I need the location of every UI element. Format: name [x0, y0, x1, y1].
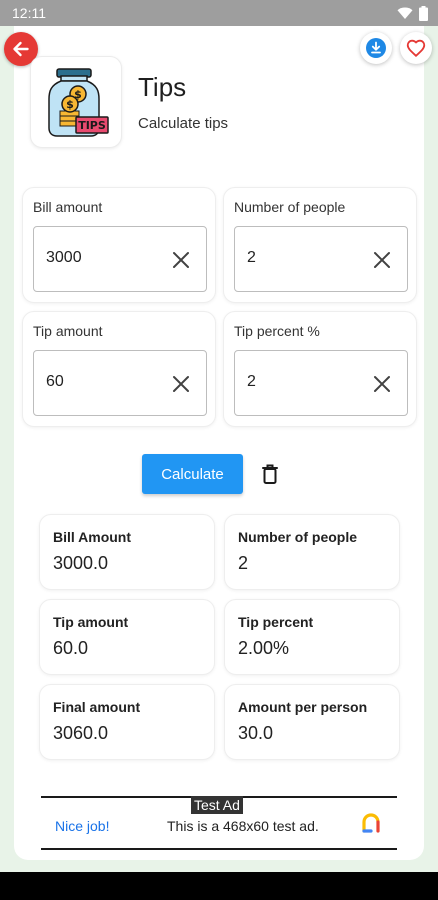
app-subtitle: Calculate tips: [138, 115, 229, 132]
app-icon: $ $ TIPS: [30, 56, 122, 148]
heart-icon: [406, 39, 426, 58]
ad-tag: Test Ad: [191, 796, 243, 814]
result-label: Amount per person: [238, 699, 368, 715]
result-tip-amount: Tip amount 60.0: [39, 599, 215, 675]
tip-percent-label: Tip percent %: [234, 323, 320, 339]
result-value: 2.00%: [238, 638, 290, 658]
trash-icon[interactable]: [258, 462, 282, 486]
arrow-left-icon: [13, 41, 29, 57]
calculate-button[interactable]: Calculate: [142, 454, 243, 494]
ad-cta-link[interactable]: Nice job!: [55, 818, 109, 834]
svg-text:$: $: [66, 98, 74, 111]
result-value: 2: [238, 553, 249, 573]
result-value: 60.0: [53, 638, 89, 658]
result-label: Final amount: [53, 699, 141, 715]
clear-icon[interactable]: [170, 373, 192, 395]
result-value: 3000.0: [53, 553, 109, 573]
result-value: 3060.0: [53, 723, 109, 743]
number-of-people-input[interactable]: 2: [234, 226, 408, 292]
tip-amount-input[interactable]: 60: [33, 350, 207, 416]
result-amount-per-person: Amount per person 30.0: [224, 684, 400, 760]
bill-amount-label: Bill amount: [33, 199, 103, 215]
result-label: Tip amount: [53, 614, 129, 630]
result-final-amount: Final amount 3060.0: [39, 684, 215, 760]
svg-text:$: $: [74, 88, 82, 101]
favorite-button[interactable]: [400, 32, 432, 64]
bill-amount-input[interactable]: 3000: [33, 226, 207, 292]
bill-amount-value: 3000: [46, 249, 82, 266]
tip-amount-label: Tip amount: [33, 323, 103, 339]
clear-icon[interactable]: [170, 249, 192, 271]
app-title: Tips: [138, 72, 187, 102]
tip-percent-input[interactable]: 2: [234, 350, 408, 416]
tips-jar-icon: $ $ TIPS: [48, 68, 109, 137]
ad-text: This is a 468x60 test ad.: [167, 818, 319, 834]
result-tip-percent: Tip percent 2.00%: [224, 599, 400, 675]
tip-amount-value: 60: [46, 373, 64, 390]
navigation-bar: [0, 872, 438, 900]
result-value: 30.0: [238, 723, 274, 743]
result-label: Tip percent: [238, 614, 314, 630]
status-time: 12:11: [12, 5, 46, 21]
bill-amount-card: Bill amount 3000: [22, 187, 216, 303]
download-icon: [366, 38, 386, 58]
ad-network-logo-icon: [362, 813, 380, 833]
status-bar: 12:11: [0, 0, 438, 26]
result-bill-amount: Bill Amount 3000.0: [39, 514, 215, 590]
download-button[interactable]: [360, 32, 392, 64]
number-of-people-label: Number of people: [234, 199, 346, 215]
tip-percent-value: 2: [247, 373, 256, 390]
result-number-of-people: Number of people 2: [224, 514, 400, 590]
number-of-people-card: Number of people 2: [223, 187, 417, 303]
number-of-people-value: 2: [247, 249, 256, 266]
clear-icon[interactable]: [371, 249, 393, 271]
tip-percent-card: Tip percent % 2: [223, 311, 417, 427]
battery-icon: [419, 5, 428, 21]
result-label: Bill Amount: [53, 529, 132, 545]
ad-banner[interactable]: Test Ad Nice job! This is a 468x60 test …: [41, 796, 397, 850]
app-header: $ $ TIPS Tips Calculate tips: [30, 56, 228, 148]
result-label: Number of people: [238, 529, 358, 545]
clear-icon[interactable]: [371, 373, 393, 395]
wifi-icon: [397, 7, 413, 19]
tips-jar-label: TIPS: [78, 119, 106, 132]
tip-amount-card: Tip amount 60: [22, 311, 216, 427]
